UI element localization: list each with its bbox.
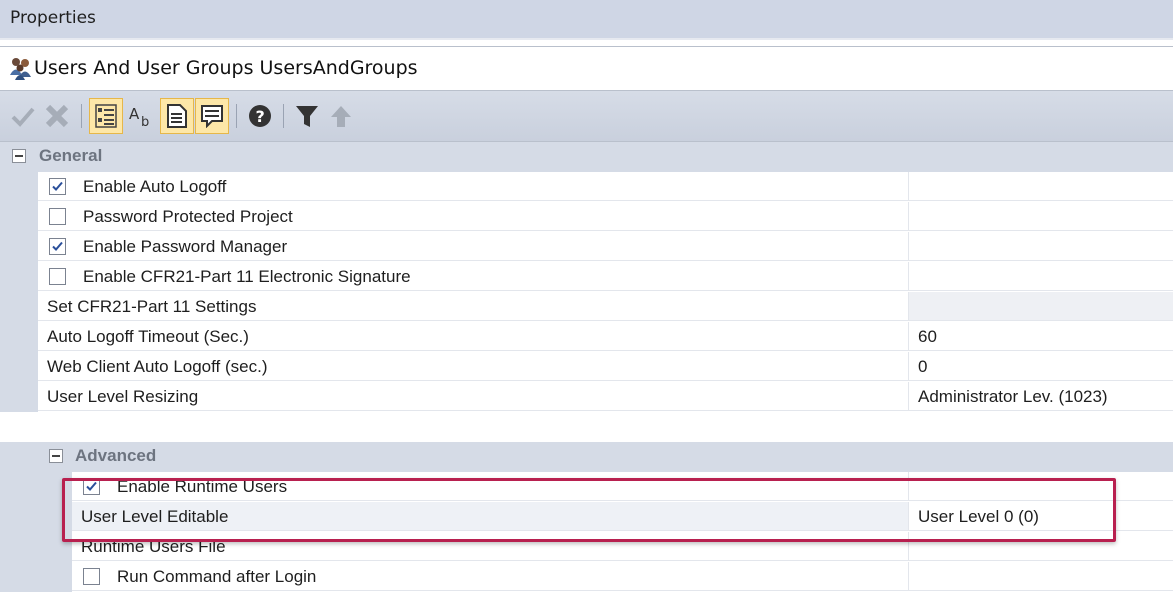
property-row-web-client-auto-logoff[interactable]: Web Client Auto Logoff (sec.) 0 — [0, 352, 1173, 382]
property-pages-icon — [167, 104, 187, 128]
run-command-after-login-checkbox[interactable] — [83, 568, 100, 585]
property-row-enable-cfr21[interactable]: Enable CFR21-Part 11 Electronic Signatur… — [0, 262, 1173, 292]
property-pages-button[interactable] — [160, 98, 194, 134]
web-client-auto-logoff-value[interactable]: 0 — [908, 352, 1173, 381]
checkmark-icon — [86, 481, 97, 491]
alphabetical-sort-button[interactable]: A b — [124, 98, 158, 134]
arrow-up-icon — [331, 106, 351, 127]
property-row-enable-password-manager[interactable]: Enable Password Manager — [0, 232, 1173, 262]
object-title: Users And User Groups UsersAndGroups — [34, 57, 418, 79]
user-level-editable-value[interactable]: User Level 0 (0) — [908, 502, 1173, 531]
move-up-button[interactable] — [324, 98, 358, 134]
property-row-user-level-editable[interactable]: User Level Editable User Level 0 (0) — [0, 502, 1173, 532]
properties-panel-header: Properties — [0, 0, 1173, 40]
delete-x-icon — [45, 104, 69, 128]
categorized-view-icon — [95, 104, 117, 128]
enable-password-manager-checkbox[interactable] — [49, 238, 66, 255]
categorized-view-button[interactable] — [89, 98, 123, 134]
category-label: General — [39, 146, 103, 165]
password-protected-project-checkbox[interactable] — [49, 208, 66, 225]
property-row-set-cfr21-settings[interactable]: Set CFR21-Part 11 Settings — [0, 292, 1173, 322]
property-row-enable-auto-logoff[interactable]: Enable Auto Logoff — [0, 172, 1173, 202]
enable-cfr21-checkbox[interactable] — [49, 268, 66, 285]
user-level-resizing-value[interactable]: Administrator Lev. (1023) — [908, 382, 1173, 411]
category-advanced[interactable]: Advanced — [0, 442, 1173, 472]
description-panel-icon — [201, 105, 223, 128]
checkmark-icon — [52, 181, 63, 191]
property-row-password-protected-project[interactable]: Password Protected Project — [0, 202, 1173, 232]
auto-logoff-timeout-value[interactable]: 60 — [908, 322, 1173, 351]
object-selector[interactable]: Users And User Groups UsersAndGroups — [0, 46, 1173, 91]
property-grid: General Enable Auto Logoff Password Prot… — [0, 142, 1173, 592]
help-icon: ? — [249, 105, 271, 127]
alphabetical-sort-icon: A b — [129, 105, 149, 129]
svg-text:?: ? — [256, 107, 265, 126]
collapse-icon[interactable] — [12, 149, 26, 163]
filter-icon — [296, 106, 318, 127]
delete-button[interactable] — [40, 98, 74, 134]
enable-auto-logoff-checkbox[interactable] — [49, 178, 66, 195]
collapse-icon[interactable] — [49, 449, 63, 463]
description-panel-button[interactable] — [195, 98, 229, 134]
category-general[interactable]: General — [0, 142, 1173, 172]
property-row-user-level-resizing[interactable]: User Level Resizing Administrator Lev. (… — [0, 382, 1173, 412]
enable-runtime-users-checkbox[interactable] — [83, 478, 100, 495]
property-row-enable-runtime-users[interactable]: Enable Runtime Users — [0, 472, 1173, 502]
checkmark-icon — [52, 241, 63, 251]
checkmark-icon — [11, 107, 35, 127]
filter-button[interactable] — [290, 98, 324, 134]
svg-text:b: b — [141, 115, 149, 129]
property-row-run-command-after-login[interactable]: Run Command after Login — [0, 562, 1173, 592]
property-row-auto-logoff-timeout[interactable]: Auto Logoff Timeout (Sec.) 60 — [0, 322, 1173, 352]
panel-title: Properties — [10, 8, 96, 28]
property-row-runtime-users-file[interactable]: Runtime Users File — [0, 532, 1173, 562]
help-button[interactable]: ? — [243, 98, 277, 134]
properties-toolbar: A b ? — [0, 91, 1173, 142]
svg-text:A: A — [129, 105, 140, 123]
user-group-icon — [10, 58, 31, 80]
checkmark-button[interactable] — [6, 98, 40, 134]
category-label: Advanced — [75, 446, 157, 465]
